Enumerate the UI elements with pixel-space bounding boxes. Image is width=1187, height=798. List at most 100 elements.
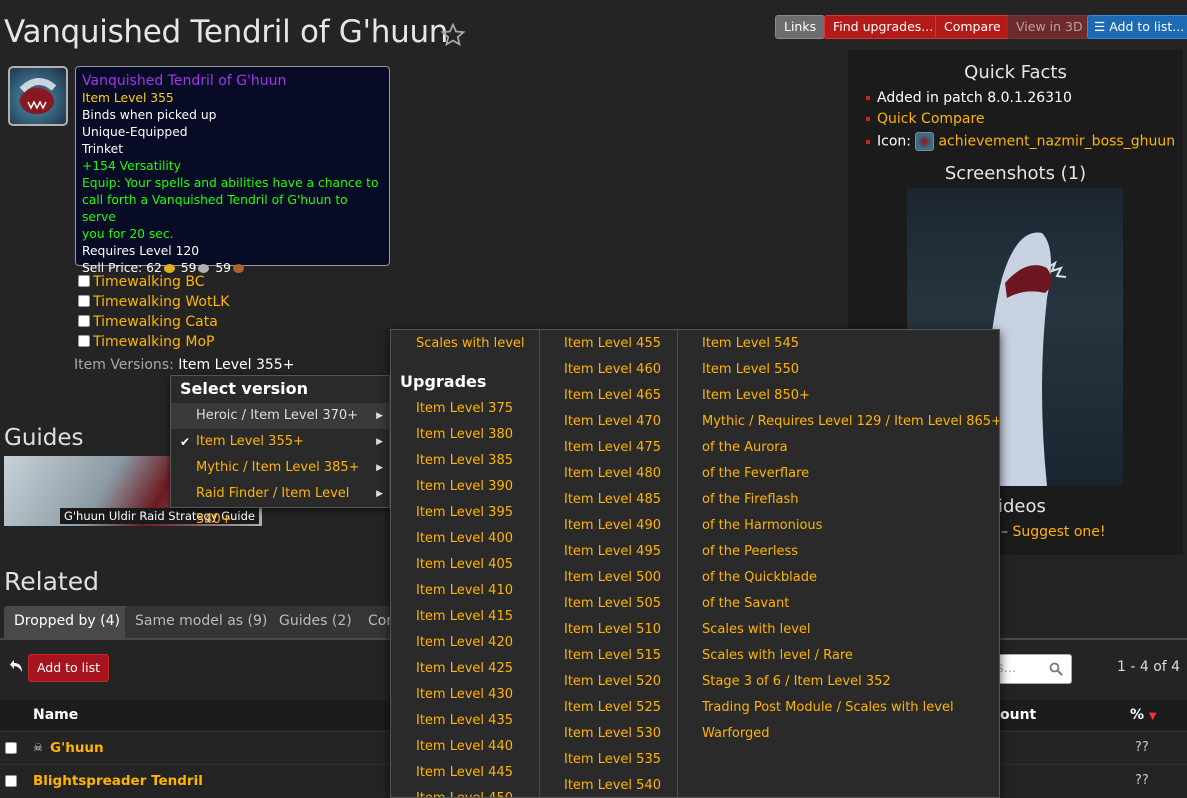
item-versions: Item Versions: Item Level 355+ [74,357,294,373]
row-checkbox[interactable] [5,775,17,787]
submenu-item[interactable]: Item Level 380 [416,427,513,442]
submenu-item[interactable]: Stage 3 of 6 / Item Level 352 [702,674,891,689]
submenu-item[interactable]: Item Level 495 [564,544,661,559]
star-icon[interactable] [440,22,466,48]
timewalking-checkbox[interactable] [78,275,90,287]
version-item-mythic[interactable]: Mythic / Item Level 385+ ▶ [171,455,389,481]
submenu-item[interactable]: Item Level 500 [564,570,661,585]
submenu-item[interactable]: Warforged [702,726,769,741]
submenu-item[interactable]: Item Level 425 [416,661,513,676]
submenu-item[interactable]: of the Aurora [702,440,788,455]
row-percent: ?? [1135,773,1149,788]
find-upgrades-button[interactable]: Find upgrades... [824,15,943,39]
bullet-icon [866,139,870,144]
version-item-label: Item Level 355+ [196,434,304,449]
submenu-item[interactable]: of the Savant [702,596,789,611]
submenu-item[interactable]: of the Feverflare [702,466,809,481]
timewalking-checkbox[interactable] [78,295,90,307]
version-item-current[interactable]: ✔ Item Level 355+ ▶ [171,429,389,455]
submenu-item[interactable]: Item Level 440 [416,739,513,754]
submenu-item[interactable]: of the Harmonious [702,518,822,533]
tab-same-model[interactable]: Same model as (9) [125,606,278,638]
submenu-item[interactable]: Item Level 480 [564,466,661,481]
add-to-list-label: Add to list... [1109,19,1185,34]
submenu-item[interactable]: Item Level 455 [564,336,661,351]
quick-compare-link[interactable]: Quick Compare [877,111,985,127]
submenu-item[interactable]: Item Level 390 [416,479,513,494]
submenu-item[interactable]: of the Fireflash [702,492,799,507]
submenu-item[interactable]: Scales with level [702,622,811,637]
col-name[interactable]: Name [33,707,78,723]
submenu-item[interactable]: Item Level 550 [702,362,799,377]
submenu-item[interactable]: Item Level 375 [416,401,513,416]
add-to-list-button[interactable]: ☰ Add to list... [1087,15,1187,39]
suggest-link[interactable]: Suggest one! [1012,524,1105,540]
tab-dropped-by[interactable]: Dropped by (4) [4,606,130,638]
timewalking-checkbox[interactable] [78,335,90,347]
page-title: Vanquished Tendril of G'huun [4,14,449,50]
upgrades-heading: Upgrades [400,372,487,391]
achievement-icon [915,132,935,151]
search-icon[interactable] [1049,662,1063,676]
submenu-item[interactable]: Item Level 465 [564,388,661,403]
add-to-list-small-button[interactable]: Add to list [28,654,109,682]
timewalking-checkbox[interactable] [78,315,90,327]
submenu-item[interactable]: Item Level 485 [564,492,661,507]
item-versions-value[interactable]: Item Level 355+ [178,357,294,373]
sell-price-label: Sell Price: [82,261,147,275]
submenu-item[interactable]: Item Level 475 [564,440,661,455]
submenu-item[interactable]: Item Level 445 [416,765,513,780]
submenu-item[interactable]: Item Level 530 [564,726,661,741]
submenu-item[interactable]: Trading Post Module / Scales with level [702,700,954,715]
submenu-item[interactable]: Item Level 460 [564,362,661,377]
col-count[interactable]: ount [1000,707,1036,723]
submenu-item[interactable]: Item Level 385 [416,453,513,468]
submenu-item[interactable]: Item Level 395 [416,505,513,520]
submenu-item[interactable]: Item Level 520 [564,674,661,689]
submenu-item[interactable]: Item Level 490 [564,518,661,533]
submenu-item[interactable]: Item Level 400 [416,531,513,546]
timewalking-label[interactable]: Timewalking BC [93,274,205,290]
submenu-item[interactable]: Item Level 850+ [702,388,810,403]
view-in-3d-button[interactable]: View in 3D [1007,15,1092,39]
submenu-item[interactable]: Scales with level / Rare [702,648,853,663]
submenu-item[interactable]: Item Level 405 [416,557,513,572]
submenu-item[interactable]: Item Level 410 [416,583,513,598]
timewalking-label[interactable]: Timewalking Cata [93,314,218,330]
submenu-item[interactable]: Item Level 505 [564,596,661,611]
links-button[interactable]: Links [775,15,826,39]
tab-guides[interactable]: Guides (2) [269,606,362,638]
submenu-scales-with-level[interactable]: Scales with level [416,336,525,351]
tooltip-binds: Binds when picked up [82,108,217,122]
submenu-item[interactable]: Item Level 535 [564,752,661,767]
icon-name-link[interactable]: achievement_nazmir_boss_ghuun [938,134,1175,150]
submenu-item[interactable]: Item Level 515 [564,648,661,663]
submenu-item[interactable]: Item Level 450 [416,791,513,797]
submenu-item[interactable]: Item Level 540 [564,778,661,793]
submenu-item[interactable]: Item Level 420 [416,635,513,650]
submenu-item[interactable]: Mythic / Requires Level 129 / Item Level… [702,414,999,429]
timewalking-label[interactable]: Timewalking WotLK [93,294,229,310]
submenu-item[interactable]: Item Level 415 [416,609,513,624]
row-name[interactable]: Blightspreader Tendril [33,773,203,789]
compare-button[interactable]: Compare [935,15,1010,39]
submenu-item[interactable]: Item Level 430 [416,687,513,702]
row-checkbox[interactable] [5,742,17,754]
back-arrow-icon[interactable] [9,658,25,674]
col-percent[interactable]: % ▼ [1130,707,1157,723]
tooltip-equip-3: you for 20 sec. [82,227,174,241]
submenu-item[interactable]: Item Level 545 [702,336,799,351]
row-name[interactable]: G'huun [50,740,104,756]
submenu-item[interactable]: Item Level 470 [564,414,661,429]
submenu-item[interactable]: Item Level 510 [564,622,661,637]
suggest-video: – Suggest one! [1001,524,1106,540]
version-item-heroic[interactable]: Heroic / Item Level 370+ ▶ [171,403,389,429]
submenu-item[interactable]: of the Peerless [702,544,798,559]
timewalking-label[interactable]: Timewalking MoP [93,334,214,350]
bullet-icon [866,96,870,100]
submenu-item[interactable]: of the Quickblade [702,570,817,585]
pagination: 1 - 4 of 4 [1117,659,1181,675]
version-item-raid-finder[interactable]: Raid Finder / Item Level 340+ ▶ [171,481,389,527]
submenu-item[interactable]: Item Level 435 [416,713,513,728]
submenu-item[interactable]: Item Level 525 [564,700,661,715]
